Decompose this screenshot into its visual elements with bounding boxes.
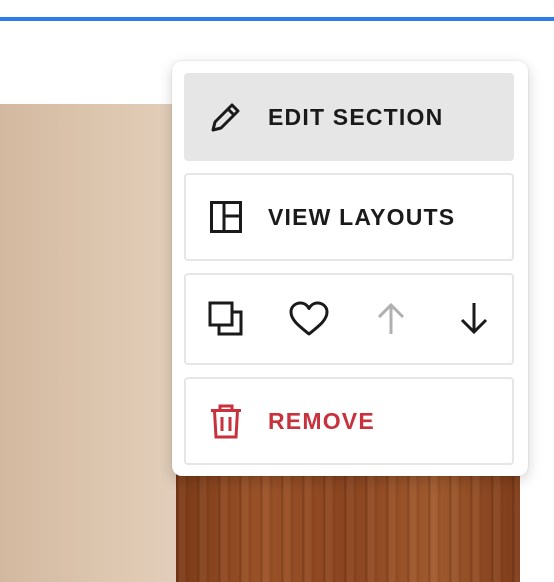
remove-button[interactable]: REMOVE <box>184 377 514 465</box>
view-layouts-button[interactable]: VIEW LAYOUTS <box>184 173 514 261</box>
pencil-icon <box>206 97 246 137</box>
page: EDIT SECTION VIEW LAYOUTS REMOVE <box>0 0 554 582</box>
section-context-menu: EDIT SECTION VIEW LAYOUTS REMOVE <box>172 61 528 476</box>
arrow-down-icon[interactable] <box>452 297 496 341</box>
duplicate-icon[interactable] <box>204 297 248 341</box>
edit-section-label: EDIT SECTION <box>268 103 444 130</box>
heart-icon[interactable] <box>287 297 331 341</box>
background-beige-panel <box>0 104 200 582</box>
remove-label: REMOVE <box>268 407 375 434</box>
trash-icon <box>206 401 246 441</box>
background-wood-image <box>176 466 520 582</box>
layout-icon <box>206 197 246 237</box>
arrow-up-icon[interactable] <box>369 297 413 341</box>
view-layouts-label: VIEW LAYOUTS <box>268 203 456 230</box>
section-tools-row <box>184 273 514 365</box>
edit-section-button[interactable]: EDIT SECTION <box>184 73 514 161</box>
top-accent-bar <box>0 17 554 21</box>
